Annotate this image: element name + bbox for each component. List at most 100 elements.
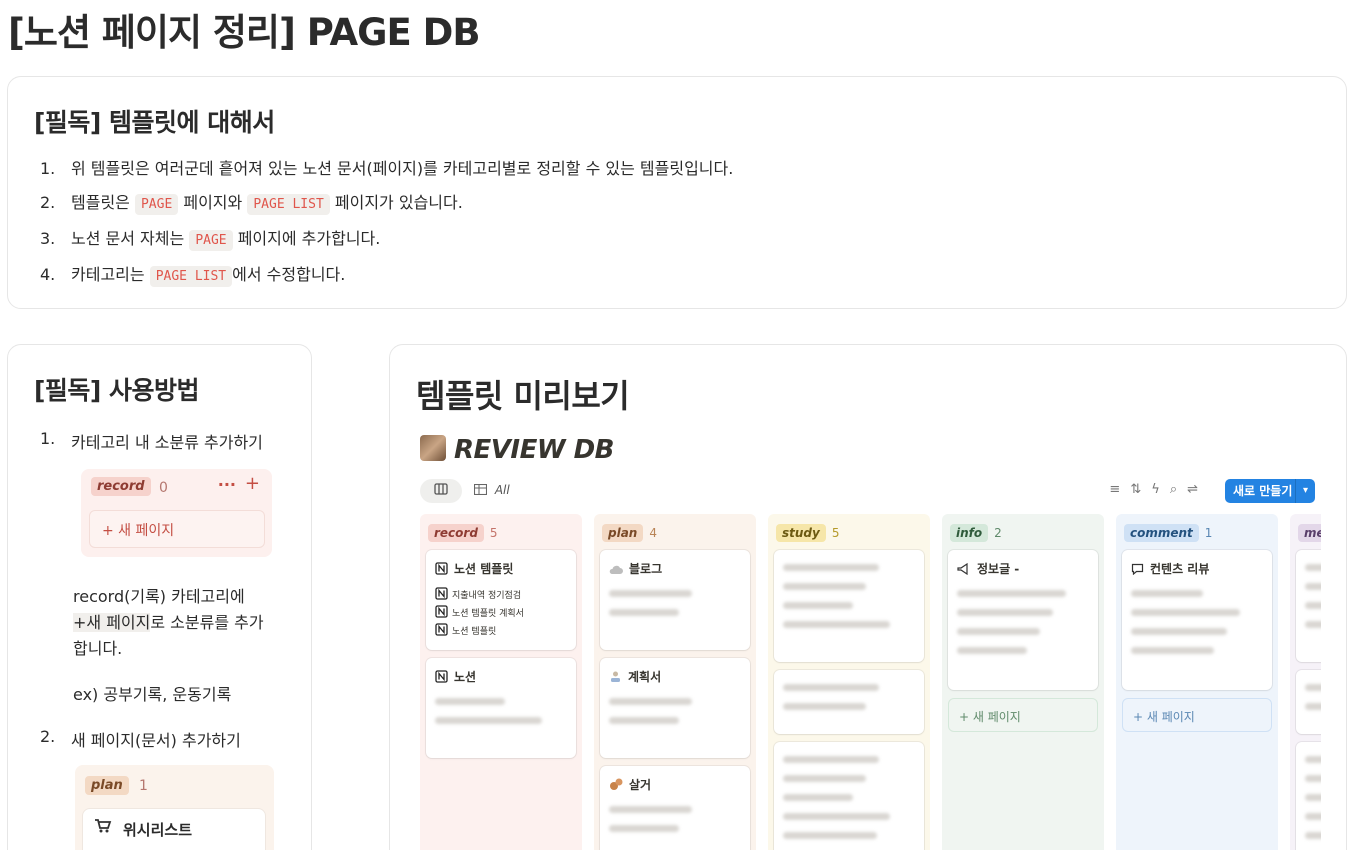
- board-card[interactable]: [1296, 670, 1321, 734]
- column-tag: plan: [602, 524, 644, 542]
- board-card[interactable]: 노션 템플릿 지출내역 정기점검 노션 템플릿 계획서 노션 템플릿: [426, 550, 576, 650]
- toolbar-icons: ≡⇅ϟ⌕⇌: [1109, 482, 1208, 497]
- inline-code: PAGE: [189, 230, 233, 251]
- list-number: 2.: [40, 727, 56, 746]
- new-page-button[interactable]: + 새 페이지: [1122, 698, 1272, 732]
- card-title: 정보글 -: [957, 560, 1019, 578]
- card-title-text: 살거: [629, 778, 652, 792]
- board-card[interactable]: 노션: [426, 658, 576, 758]
- blurred-line: [1305, 684, 1321, 691]
- board-card[interactable]: 컨텐츠 리뷰: [1122, 550, 1272, 690]
- card-sub-item-text: 노션 템플릿: [452, 627, 497, 637]
- db-thumbnail-icon: [420, 435, 446, 461]
- paragraph-line: 합니다.: [73, 639, 123, 658]
- board-column-info: info 2 정보글 - + 새 페이지: [942, 514, 1104, 850]
- list-number: 4.: [40, 265, 56, 284]
- board-card[interactable]: [774, 670, 924, 734]
- about-text: 노션 문서 자체는: [71, 229, 190, 248]
- about-item-4: 4. 카테고리는 PAGE LIST 에서 수정합니다.: [34, 258, 733, 294]
- blurred-line: [609, 609, 679, 616]
- inline-code: PAGE LIST: [247, 194, 330, 215]
- usage-heading: [필독] 사용방법: [34, 376, 200, 405]
- card-sub-item-text: 지출내역 정기점검: [452, 591, 522, 601]
- new-button-label: 새로 만들기: [1233, 484, 1293, 498]
- blurred-line: [957, 647, 1027, 654]
- card-title-text: 블로그: [629, 562, 663, 576]
- about-heading: [필독] 템플릿에 대해서: [34, 108, 275, 137]
- blurred-line: [609, 806, 692, 813]
- blurred-line: [957, 609, 1053, 616]
- usage-step-text: 새 페이지(문서) 추가하기: [71, 731, 241, 750]
- wishlist-card[interactable]: 위시리스트: [82, 808, 266, 850]
- blurred-line: [1305, 703, 1321, 710]
- board-card[interactable]: 살거: [600, 766, 750, 850]
- record-group-example: record 0 ··· + + 새 페이지: [81, 469, 272, 557]
- blurred-line: [609, 717, 679, 724]
- more-icon[interactable]: ···: [218, 475, 236, 494]
- blurred-line: [1305, 583, 1321, 590]
- board-card[interactable]: 블로그: [600, 550, 750, 650]
- card-title: 살거: [609, 776, 651, 794]
- about-item-2: 2. 템플릿은 PAGE 페이지와 PAGE LIST 페이지가 있습니다.: [34, 186, 733, 222]
- board-card[interactable]: 계획서: [600, 658, 750, 758]
- blurred-line: [1131, 628, 1227, 635]
- about-item-1: 1. 위 템플릿은 여러군데 흩어져 있는 노션 문서(페이지)를 카테고리별로…: [34, 152, 733, 186]
- column-tag: comment: [1124, 524, 1199, 542]
- column-tag: study: [776, 524, 826, 542]
- board-column-plan: plan 4 블로그계획서살거: [594, 514, 756, 850]
- new-page-button[interactable]: + 새 페이지: [948, 698, 1098, 732]
- column-count: 5: [489, 526, 498, 540]
- paragraph-text: 로 소분류를 추가: [150, 613, 264, 632]
- paragraph-line: record(기록) 카테고리에: [73, 587, 245, 606]
- blurred-line: [609, 590, 692, 597]
- column-header: study 5: [776, 522, 839, 542]
- card-title: 계획서: [609, 668, 661, 686]
- sort-icon[interactable]: ⇅: [1130, 482, 1151, 497]
- usage-callout: [필독] 사용방법 1. 카테고리 내 소분류 추가하기 record 0 ··…: [7, 344, 312, 850]
- column-header: plan 4: [602, 522, 657, 542]
- about-text: 페이지가 있습니다.: [329, 193, 463, 212]
- new-button[interactable]: 새로 만들기 ▾: [1225, 479, 1315, 503]
- column-count: 1: [1204, 526, 1213, 540]
- card-sub-item: 지출내역 정기점검: [435, 587, 521, 603]
- blurred-line: [783, 684, 879, 691]
- board-card[interactable]: [774, 550, 924, 662]
- blurred-line: [435, 717, 542, 724]
- notion-icon: [435, 605, 448, 621]
- filter-icon[interactable]: ≡: [1109, 482, 1130, 497]
- view-tab-all[interactable]: All: [473, 483, 510, 497]
- notion-icon: [435, 670, 448, 686]
- chevron-down-icon[interactable]: ▾: [1295, 479, 1315, 503]
- blurred-line: [1131, 647, 1214, 654]
- card-sub-item: 노션 템플릿 계획서: [435, 605, 524, 621]
- board-card[interactable]: [1296, 742, 1321, 850]
- inline-code: PAGE LIST: [149, 266, 233, 287]
- board-card[interactable]: [1296, 550, 1321, 662]
- board-view-icon[interactable]: [420, 479, 462, 503]
- about-text: 에서 수정합니다.: [232, 265, 346, 284]
- usage-step-text: 카테고리 내 소분류 추가하기: [71, 433, 263, 452]
- automation-icon[interactable]: ϟ: [1151, 482, 1170, 497]
- blurred-line: [1305, 813, 1321, 820]
- blurred-line: [783, 621, 890, 628]
- settings-icon[interactable]: ⇌: [1187, 482, 1208, 497]
- blurred-line: [435, 698, 505, 705]
- new-page-button[interactable]: + 새 페이지: [89, 510, 265, 548]
- column-header: info 2: [950, 522, 1002, 542]
- preview-callout: 템플릿 미리보기 REVIEW DB All ≡⇅ϟ⌕⇌ 새로 만들기 ▾ re…: [389, 344, 1347, 850]
- inline-code: PAGE: [134, 194, 179, 215]
- about-text: 카테고리는: [71, 265, 150, 284]
- about-text: 페이지에 추가합니다.: [232, 229, 381, 248]
- blurred-line: [609, 698, 692, 705]
- search-icon[interactable]: ⌕: [1170, 482, 1187, 497]
- record-tag: record: [91, 477, 151, 496]
- group-count: 1: [139, 778, 148, 794]
- blurred-line: [1131, 590, 1203, 597]
- column-count: 5: [831, 526, 840, 540]
- speech-icon: [1131, 563, 1144, 578]
- board-card[interactable]: 정보글 -: [948, 550, 1098, 690]
- add-icon[interactable]: +: [245, 473, 260, 494]
- board-card[interactable]: [774, 742, 924, 850]
- blurred-line: [1305, 794, 1321, 801]
- blurred-line: [1305, 564, 1321, 571]
